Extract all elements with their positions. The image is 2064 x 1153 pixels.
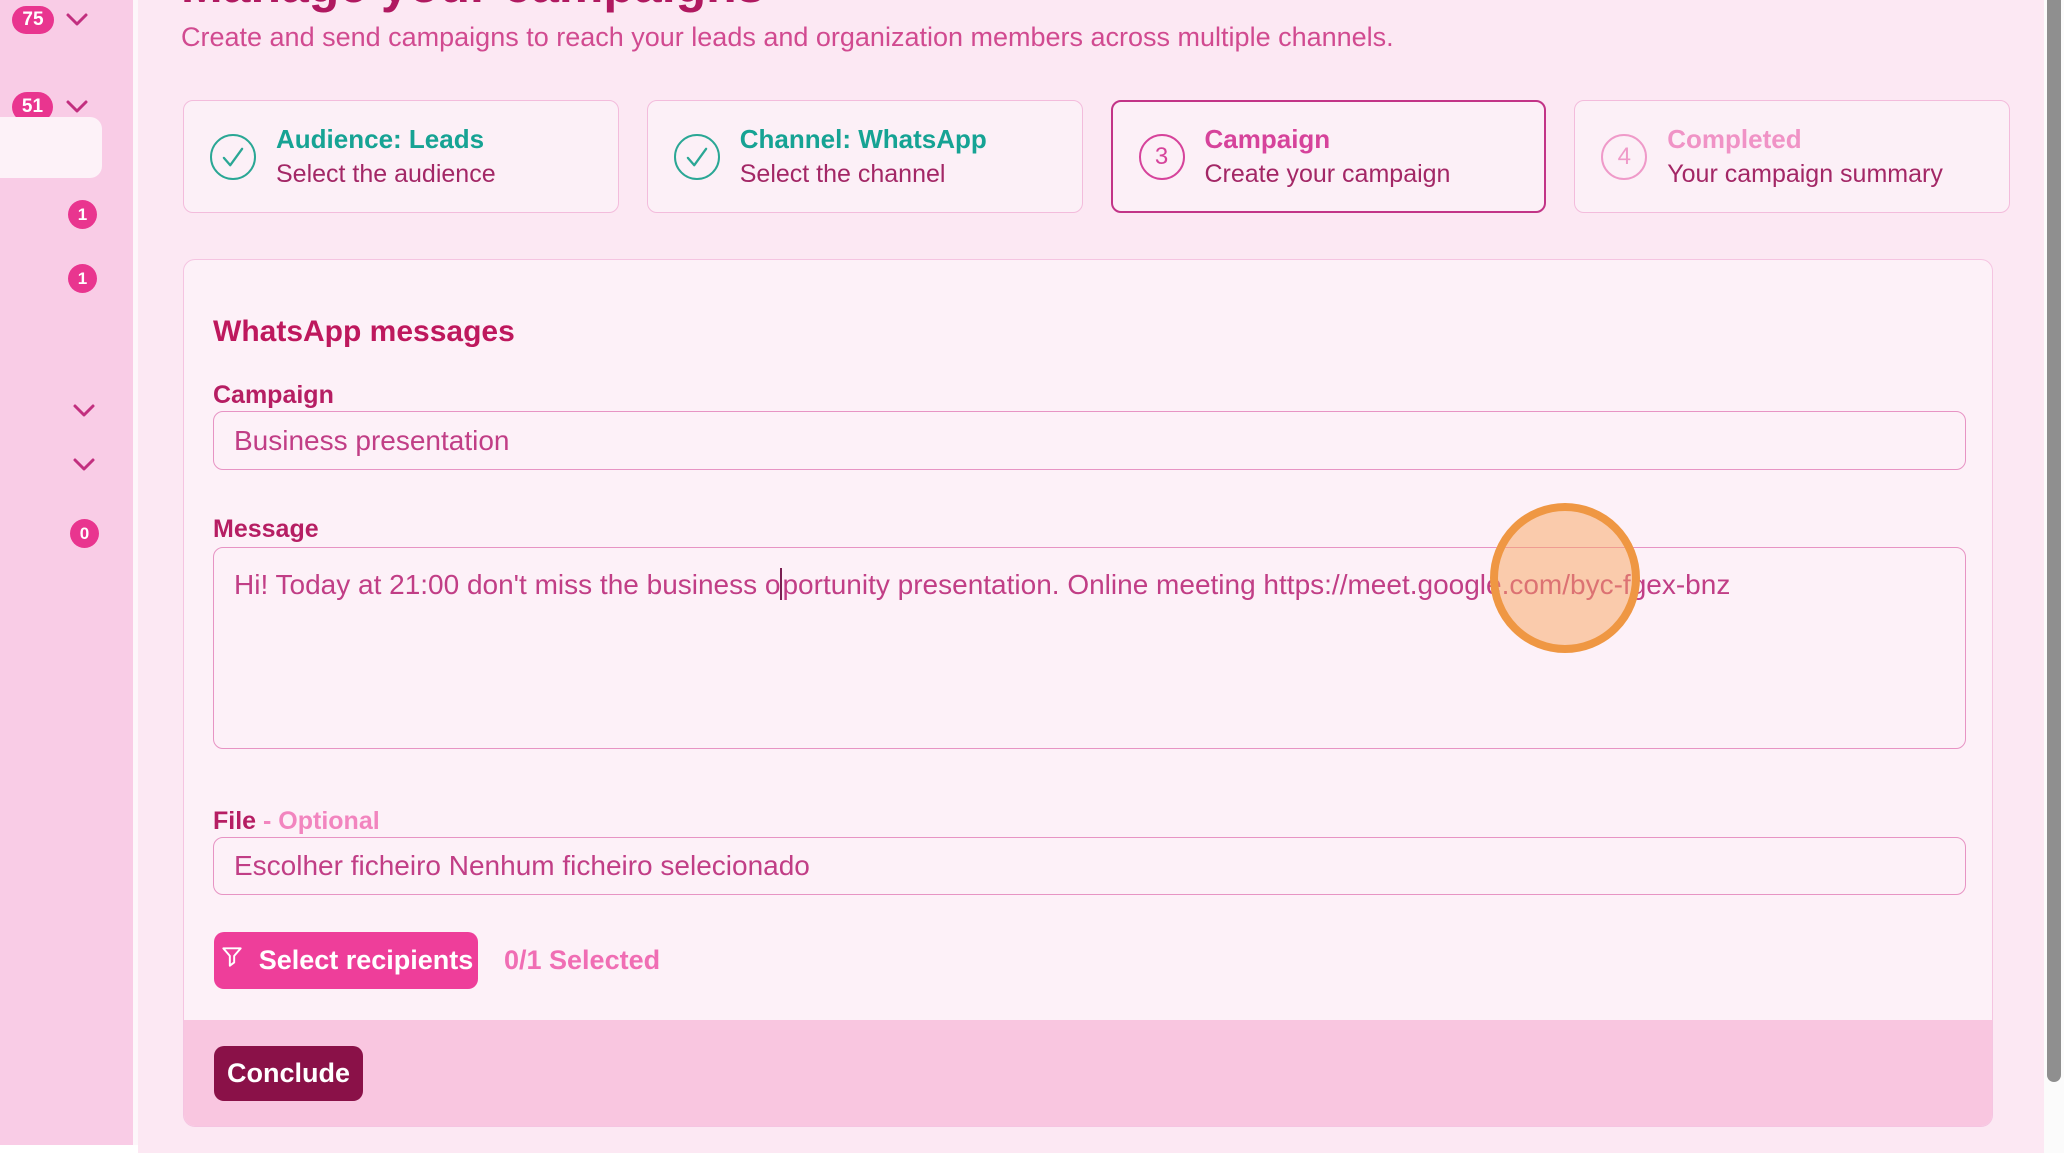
scrollbar-thumb[interactable]: [2047, 0, 2061, 1082]
step-number-icon: 4: [1601, 134, 1647, 180]
step-campaign-active[interactable]: 3 Campaign Create your campaign: [1111, 100, 1547, 213]
step-subtitle: Select the channel: [740, 160, 987, 189]
bottom-strip: [0, 1145, 138, 1153]
sidebar-item-selected[interactable]: [0, 117, 102, 178]
step-subtitle: Your campaign summary: [1667, 160, 1943, 189]
chevron-down-icon[interactable]: [70, 454, 98, 481]
selected-count: 0/1 Selected: [504, 932, 660, 989]
file-label-text: File: [213, 807, 256, 835]
campaign-label: Campaign: [213, 381, 334, 410]
step-number-icon: 3: [1139, 134, 1185, 180]
campaign-input-value: Business presentation: [234, 425, 510, 457]
page-scrollbar[interactable]: [2044, 0, 2064, 1153]
file-label: File - Optional: [213, 807, 380, 836]
select-recipients-button[interactable]: Select recipients: [214, 932, 478, 989]
campaign-input[interactable]: Business presentation: [213, 411, 1966, 470]
sidebar-count-badge: 0: [70, 519, 99, 548]
step-completed[interactable]: 4 Completed Your campaign summary: [1574, 100, 2010, 213]
step-subtitle: Select the audience: [276, 160, 496, 189]
step-title: Completed: [1667, 124, 1943, 155]
select-recipients-label: Select recipients: [259, 945, 474, 976]
sidebar: 75 51 1 1 0: [0, 0, 133, 1145]
step-title: Audience: Leads: [276, 124, 496, 155]
step-subtitle: Create your campaign: [1205, 160, 1451, 189]
page-title: Manage your campaigns: [181, 0, 765, 10]
page-subtitle: Create and send campaigns to reach your …: [181, 22, 1394, 53]
check-icon: [674, 134, 720, 180]
sidebar-count-badge: 1: [68, 200, 97, 229]
click-indicator-ring: [1490, 503, 1640, 653]
campaign-stepper: Audience: Leads Select the audience Chan…: [183, 100, 2010, 213]
step-title: Channel: WhatsApp: [740, 124, 987, 155]
chevron-down-icon[interactable]: [70, 400, 98, 427]
card-heading: WhatsApp messages: [213, 315, 515, 349]
file-optional-text: - Optional: [263, 807, 380, 835]
filter-icon: [219, 944, 245, 977]
check-icon: [210, 134, 256, 180]
message-text-before-cursor: Hi! Today at 21:00 don't miss the busine…: [234, 569, 780, 600]
sidebar-count-badge: 75: [12, 6, 54, 34]
card-footer: Conclude: [184, 1020, 1992, 1126]
step-audience[interactable]: Audience: Leads Select the audience: [183, 100, 619, 213]
whatsapp-campaign-card: WhatsApp messages Campaign Business pres…: [183, 259, 1993, 1127]
step-channel[interactable]: Channel: WhatsApp Select the channel: [647, 100, 1083, 213]
sidebar-divider: [133, 0, 138, 1153]
message-textarea[interactable]: Hi! Today at 21:00 don't miss the busine…: [213, 547, 1966, 749]
conclude-button[interactable]: Conclude: [214, 1046, 363, 1101]
message-label: Message: [213, 515, 319, 544]
file-input-value: Escolher ficheiro Nenhum ficheiro seleci…: [234, 850, 810, 882]
chevron-down-icon[interactable]: [63, 9, 91, 36]
file-input[interactable]: Escolher ficheiro Nenhum ficheiro seleci…: [213, 837, 1966, 895]
sidebar-count-badge: 1: [68, 264, 97, 293]
step-title: Campaign: [1205, 124, 1451, 155]
